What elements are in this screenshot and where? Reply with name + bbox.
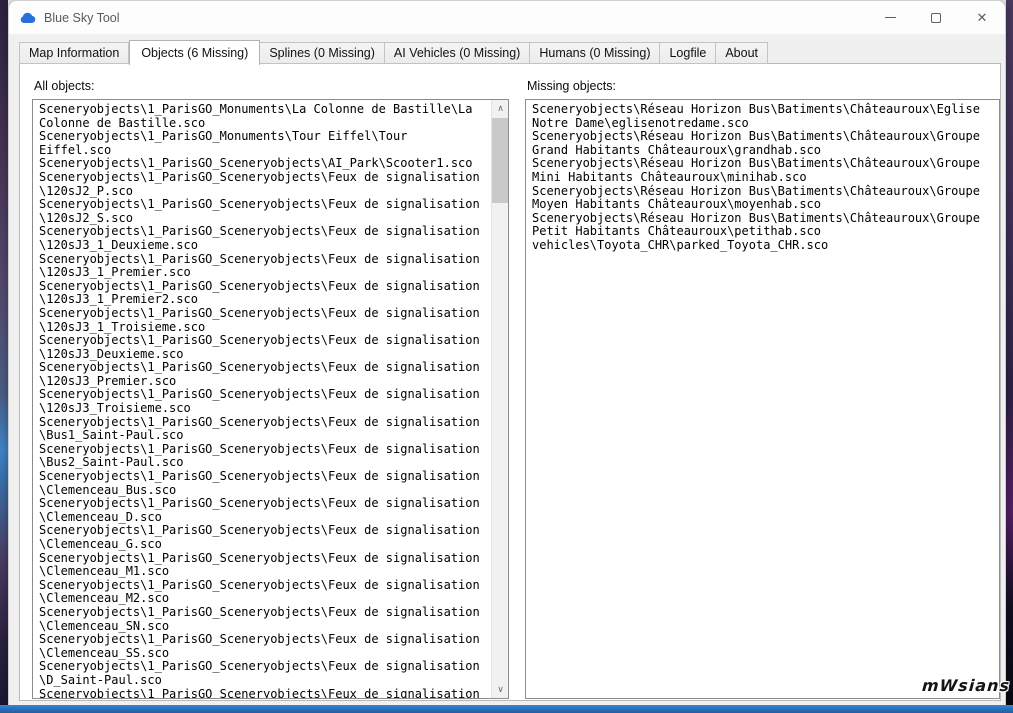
list-item[interactable]: Sceneryobjects\1_ParisGO_Sceneryobjects\… <box>39 225 482 252</box>
all-objects-list: Sceneryobjects\1_ParisGO_Monuments\La Co… <box>33 100 491 698</box>
all-objects-scrollbar[interactable]: ∧ ∨ <box>491 100 508 698</box>
tab-splines-0-missing[interactable]: Splines (0 Missing) <box>260 42 385 64</box>
desktop-edge-right <box>1006 0 1013 713</box>
list-item[interactable]: Sceneryobjects\Réseau Horizon Bus\Batime… <box>532 130 990 157</box>
list-item[interactable]: Sceneryobjects\Réseau Horizon Bus\Batime… <box>532 212 990 239</box>
tab-map-information[interactable]: Map Information <box>19 42 129 64</box>
tab-about[interactable]: About <box>716 42 768 64</box>
objects-tab-page: All objects: Missing objects: Sceneryobj… <box>19 63 1001 701</box>
list-item[interactable]: Sceneryobjects\Réseau Horizon Bus\Batime… <box>532 185 990 212</box>
app-window: Blue Sky Tool ✕ Map InformationObjects (… <box>8 0 1006 706</box>
minimize-button[interactable] <box>867 1 913 34</box>
list-item[interactable]: Sceneryobjects\1_ParisGO_Sceneryobjects\… <box>39 361 482 388</box>
list-item[interactable]: Sceneryobjects\1_ParisGO_Sceneryobjects\… <box>39 280 482 307</box>
caption-buttons: ✕ <box>867 1 1005 34</box>
list-item[interactable]: Sceneryobjects\1_ParisGO_Sceneryobjects\… <box>39 198 482 225</box>
screen: Blue Sky Tool ✕ Map InformationObjects (… <box>0 0 1013 713</box>
taskbar-edge <box>0 705 1013 713</box>
list-item[interactable]: Sceneryobjects\1_ParisGO_Sceneryobjects\… <box>39 443 482 470</box>
list-item[interactable]: Sceneryobjects\1_ParisGO_Sceneryobjects\… <box>39 388 482 415</box>
scroll-up-icon[interactable]: ∧ <box>492 100 509 117</box>
list-item[interactable]: Sceneryobjects\1_ParisGO_Sceneryobjects\… <box>39 253 482 280</box>
watermark: mWsians <box>921 676 1010 695</box>
close-icon: ✕ <box>977 10 988 26</box>
list-item[interactable]: Sceneryobjects\1_ParisGO_Sceneryobjects\… <box>39 606 482 633</box>
window-title: Blue Sky Tool <box>44 11 120 25</box>
list-item[interactable]: Sceneryobjects\1_ParisGO_Monuments\Tour … <box>39 130 482 157</box>
missing-objects-listbox[interactable]: Sceneryobjects\Réseau Horizon Bus\Batime… <box>525 99 1000 699</box>
desktop-edge-left <box>0 0 8 713</box>
list-item[interactable]: Sceneryobjects\1_ParisGO_Sceneryobjects\… <box>39 470 482 497</box>
list-item[interactable]: Sceneryobjects\1_ParisGO_Sceneryobjects\… <box>39 497 482 524</box>
list-item[interactable]: Sceneryobjects\1_ParisGO_Sceneryobjects\… <box>39 524 482 551</box>
list-item[interactable]: Sceneryobjects\1_ParisGO_Sceneryobjects\… <box>39 171 482 198</box>
list-item[interactable]: Sceneryobjects\1_ParisGO_Sceneryobjects\… <box>39 633 482 660</box>
tab-bar: Map InformationObjects (6 Missing)Spline… <box>19 39 768 64</box>
cloud-icon <box>19 11 36 25</box>
minimize-icon <box>885 17 896 18</box>
list-item[interactable]: Sceneryobjects\Réseau Horizon Bus\Batime… <box>532 103 990 130</box>
titlebar: Blue Sky Tool ✕ <box>9 1 1005 34</box>
close-button[interactable]: ✕ <box>959 1 1005 34</box>
list-item[interactable]: Sceneryobjects\1_ParisGO_Sceneryobjects\… <box>39 579 482 606</box>
list-item[interactable]: Sceneryobjects\1_ParisGO_Sceneryobjects\… <box>39 157 482 171</box>
tab-logfile[interactable]: Logfile <box>660 42 716 64</box>
missing-objects-label: Missing objects: <box>527 79 616 93</box>
maximize-icon <box>931 13 941 23</box>
list-item[interactable]: Sceneryobjects\1_ParisGO_Sceneryobjects\… <box>39 688 482 698</box>
list-item[interactable]: Sceneryobjects\1_ParisGO_Sceneryobjects\… <box>39 334 482 361</box>
list-item[interactable]: Sceneryobjects\1_ParisGO_Sceneryobjects\… <box>39 660 482 687</box>
list-item[interactable]: Sceneryobjects\Réseau Horizon Bus\Batime… <box>532 157 990 184</box>
all-objects-listbox[interactable]: Sceneryobjects\1_ParisGO_Monuments\La Co… <box>32 99 509 699</box>
list-item[interactable]: Sceneryobjects\1_ParisGO_Sceneryobjects\… <box>39 416 482 443</box>
tab-objects-6-missing[interactable]: Objects (6 Missing) <box>129 40 260 65</box>
scrollbar-thumb[interactable] <box>492 118 509 203</box>
tab-humans-0-missing[interactable]: Humans (0 Missing) <box>530 42 660 64</box>
list-item[interactable]: Sceneryobjects\1_ParisGO_Sceneryobjects\… <box>39 552 482 579</box>
missing-objects-list: Sceneryobjects\Réseau Horizon Bus\Batime… <box>526 100 999 698</box>
scroll-down-icon[interactable]: ∨ <box>492 681 509 698</box>
list-item[interactable]: Sceneryobjects\1_ParisGO_Monuments\La Co… <box>39 103 482 130</box>
all-objects-label: All objects: <box>34 79 94 93</box>
tab-ai-vehicles-0-missing[interactable]: AI Vehicles (0 Missing) <box>385 42 530 64</box>
list-item[interactable]: vehicles\Toyota_CHR\parked_Toyota_CHR.sc… <box>532 239 990 253</box>
maximize-button[interactable] <box>913 1 959 34</box>
list-item[interactable]: Sceneryobjects\1_ParisGO_Sceneryobjects\… <box>39 307 482 334</box>
